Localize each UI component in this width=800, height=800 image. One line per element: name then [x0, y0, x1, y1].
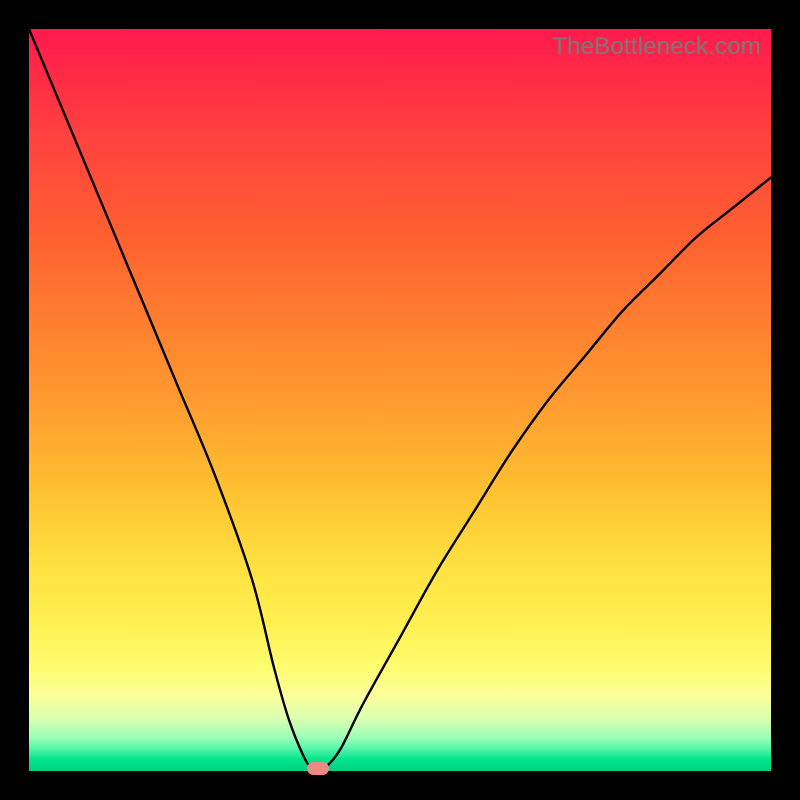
plot-area: TheBottleneck.com: [29, 29, 771, 771]
chart-frame: TheBottleneck.com: [0, 0, 800, 800]
bottleneck-curve: [29, 29, 771, 771]
optimum-marker: [307, 762, 329, 775]
